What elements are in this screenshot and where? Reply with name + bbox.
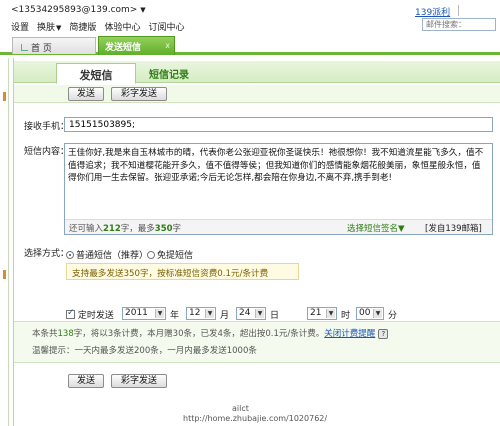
- tab-bar: 首 页 发送短信 x: [0, 34, 500, 55]
- day-unit: 日: [270, 311, 280, 321]
- send-button-top[interactable]: 发送: [68, 87, 104, 101]
- year-value: 2011: [125, 308, 148, 318]
- month-select[interactable]: 12 ▼: [186, 307, 216, 320]
- home-icon: [21, 44, 28, 51]
- remaining-count: 212: [103, 224, 121, 234]
- close-billing-reminder-link[interactable]: 关闭计费提醒: [324, 329, 375, 339]
- message-text: 王佳你好,我是来自玉林城市的晴，代表你老公张迎亚祝你圣诞快乐！祂很想你！我不知道…: [68, 148, 484, 183]
- help-icon[interactable]: ?: [378, 329, 389, 339]
- message-footer: 还可输入212字，最多350字 选择短信签名▼ [发自139邮箱]: [65, 219, 492, 234]
- radio-normal-sms[interactable]: 普通短信（推荐）: [66, 248, 148, 261]
- color-send-button-bottom[interactable]: 彩字发送: [111, 374, 167, 388]
- stats-middle: 字，将以3条计费，本月赠30条，已发4条，超出按0.1元/条计费。: [73, 329, 325, 339]
- sidebar-marker: [3, 92, 6, 101]
- remaining-counter: 还可输入212字，最多350字: [69, 222, 181, 234]
- tab-home[interactable]: 首 页: [12, 37, 96, 54]
- signature-select[interactable]: 选择短信签名▼: [347, 222, 405, 234]
- char-count: 138: [57, 329, 74, 339]
- sidebar-marker: [3, 270, 6, 279]
- color-send-button-top[interactable]: 彩字发送: [111, 87, 167, 101]
- message-textarea[interactable]: 王佳你好,我是来自玉林城市的晴，代表你老公张迎亚祝你圣诞快乐！祂很想你！我不知道…: [64, 143, 493, 235]
- watermark-url: http://home.zhubajie.com/1020762/: [183, 414, 328, 423]
- chevron-down-icon: ▼: [205, 309, 214, 318]
- chevron-down-icon: ▼: [326, 309, 335, 318]
- year-select[interactable]: 2011 ▼: [122, 307, 166, 320]
- tab-home-label: 首 页: [31, 44, 52, 54]
- tab-send-sms-label: 发送短信: [105, 43, 142, 53]
- day-value: 24: [239, 308, 251, 318]
- mail-search-input[interactable]: [422, 18, 496, 31]
- max-unit: 字: [172, 224, 182, 234]
- radio-free-sms[interactable]: 免提短信: [147, 248, 193, 261]
- radio-normal-label: 普通短信（推荐）: [76, 251, 149, 261]
- hour-value: 21: [310, 308, 322, 318]
- left-sidebar-strip: [0, 58, 9, 426]
- chevron-down-icon: ▼: [373, 309, 382, 318]
- hour-select[interactable]: 21 ▼: [307, 307, 337, 320]
- chevron-down-icon: ▼: [140, 6, 146, 14]
- account-email: <13534295893@139.com>: [11, 5, 138, 15]
- scheduled-send-label: 定时发送: [77, 311, 114, 321]
- radio-free-label: 免提短信: [157, 251, 194, 261]
- nav-simple[interactable]: 简捷版: [69, 23, 96, 33]
- minute-unit: 分: [388, 311, 398, 321]
- year-unit: 年: [170, 311, 180, 321]
- nav-skin[interactable]: 换肤: [37, 23, 55, 33]
- send-button-bottom[interactable]: 发送: [68, 374, 104, 388]
- chevron-down-icon: ▼: [255, 309, 264, 318]
- limit-tip: 温馨提示：一天内最多发送200条，一月内最多发送1000条: [32, 346, 257, 356]
- billing-info: 支持最多发送350字，按标准短信资费0.1元/条计费: [66, 263, 299, 280]
- recipient-label: 接收手机：: [24, 122, 70, 132]
- minute-select[interactable]: 00 ▼: [356, 307, 384, 320]
- recipient-phone-input[interactable]: 15151503895;: [64, 117, 493, 132]
- account-switcher[interactable]: <13534295893@139.com> ▼: [11, 5, 146, 15]
- sub-tabs: 发短信 短信记录: [14, 61, 500, 84]
- billing-summary: 本条共138字，将以3条计费，本月赠30条，已发4条，超出按0.1元/条计费。关…: [14, 321, 500, 363]
- divider: [458, 5, 459, 16]
- mail-count-link[interactable]: 139派利: [415, 5, 450, 18]
- billing-stats: 本条共138字，将以3条计费，本月赠30条，已发4条，超出按0.1元/条计费。关…: [32, 327, 389, 339]
- scheduled-send-checkbox[interactable]: 定时发送: [66, 308, 114, 321]
- close-icon[interactable]: x: [165, 41, 170, 50]
- chevron-down-icon: ▼: [56, 24, 62, 32]
- nav-experience[interactable]: 体验中心: [104, 23, 140, 33]
- radio-on-icon: [66, 251, 74, 259]
- minute-value: 00: [359, 308, 371, 318]
- remaining-prefix: 还可输入: [69, 224, 104, 234]
- content-label: 短信内容：: [24, 147, 70, 157]
- send-method-label: 选择方式：: [24, 249, 70, 259]
- stats-prefix: 本条共: [32, 329, 58, 339]
- month-value: 12: [189, 308, 201, 318]
- sms-compose-panel: 发短信 短信记录 发送 彩字发送 接收手机： 15151503895; 短信内容…: [13, 58, 500, 426]
- day-select[interactable]: 24 ▼: [236, 307, 266, 320]
- max-count: 350: [154, 224, 173, 234]
- signature-tag: [发自139邮箱]: [425, 224, 482, 234]
- top-bar: <13534295893@139.com> ▼ 设置 换肤▼ 简捷版 体验中心 订阅中心…: [0, 0, 500, 34]
- checkbox-checked-icon: [66, 308, 75, 319]
- tab-send-sms[interactable]: 发送短信 x: [98, 36, 175, 55]
- remaining-suffix: 字，最多: [120, 224, 155, 234]
- nav-subscribe[interactable]: 订阅中心: [148, 23, 184, 33]
- chevron-down-icon: ▼: [155, 309, 164, 318]
- nav-settings[interactable]: 设置: [11, 23, 29, 33]
- month-unit: 月: [220, 311, 230, 321]
- radio-off-icon: [147, 251, 155, 259]
- subtab-sms-records[interactable]: 短信记录: [149, 66, 189, 81]
- subtab-send-sms[interactable]: 发短信: [56, 63, 136, 84]
- hour-unit: 时: [341, 311, 351, 321]
- watermark-name: ailct: [232, 404, 249, 413]
- top-nav: 设置 换肤▼ 简捷版 体验中心 订阅中心: [11, 20, 192, 33]
